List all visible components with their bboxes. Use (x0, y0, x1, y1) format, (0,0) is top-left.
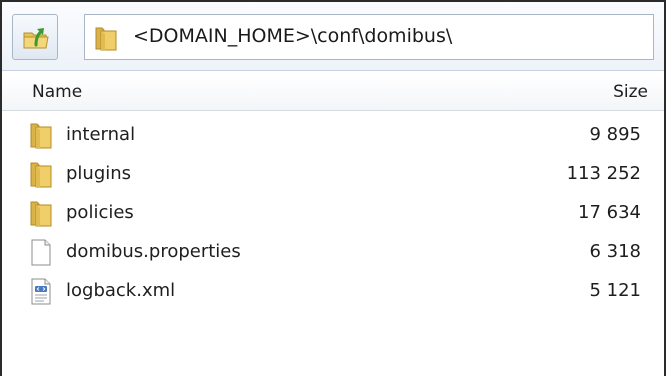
column-header: Name Size (2, 76, 664, 111)
file-name: logback.xml (66, 280, 176, 301)
folder-icon (30, 199, 52, 227)
up-folder-button[interactable] (12, 14, 58, 60)
file-row-logback-xml[interactable]: logback.xml 5 121 (2, 272, 664, 311)
file-browser-window: <DOMAIN_HOME>\conf\domibus\ Name Size in… (0, 0, 666, 376)
column-name-header[interactable]: Name (32, 82, 82, 102)
file-row-internal[interactable]: internal 9 895 (2, 116, 664, 155)
file-size: 5 121 (589, 280, 641, 301)
file-size: 113 252 (566, 163, 641, 184)
file-name: policies (66, 202, 134, 223)
path-field[interactable]: <DOMAIN_HOME>\conf\domibus\ (84, 14, 654, 60)
file-size: 6 318 (589, 241, 641, 262)
file-icon (30, 238, 52, 266)
file-list: internal 9 895 plugins 113 252 policies … (2, 116, 664, 311)
folder-icon (30, 121, 52, 149)
file-size: 17 634 (578, 202, 641, 223)
address-bar: <DOMAIN_HOME>\conf\domibus\ (2, 2, 664, 71)
folder-icon (95, 25, 117, 55)
folder-up-arrow-icon (23, 28, 49, 49)
file-row-plugins[interactable]: plugins 113 252 (2, 155, 664, 194)
file-name: plugins (66, 163, 132, 184)
xml-file-icon (30, 277, 52, 305)
path-text: <DOMAIN_HOME>\conf\domibus\ (133, 25, 453, 47)
file-name: domibus.properties (66, 241, 241, 262)
file-row-domibus-properties[interactable]: domibus.properties 6 318 (2, 233, 664, 272)
file-size: 9 895 (589, 124, 641, 145)
folder-icon (30, 160, 52, 188)
file-row-policies[interactable]: policies 17 634 (2, 194, 664, 233)
column-size-header[interactable]: Size (613, 82, 648, 102)
file-name: internal (66, 124, 136, 145)
